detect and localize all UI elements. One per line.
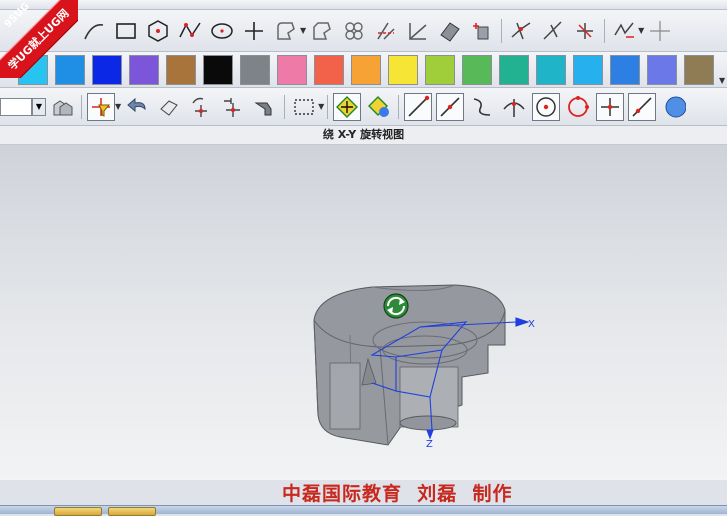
view-title: 绕 X-Y 旋转视图 [0, 126, 727, 145]
line-midpoint-icon[interactable] [436, 92, 465, 121]
zoom-select-input[interactable] [0, 97, 32, 116]
rotate-view-cursor-icon [383, 293, 409, 319]
color-swatch-4[interactable] [128, 54, 159, 85]
studio-spline-icon[interactable] [176, 17, 204, 45]
curve-point-icon[interactable] [468, 93, 496, 121]
undo-icon[interactable] [123, 93, 151, 121]
dimension-icon[interactable] [507, 17, 535, 45]
select-box-icon[interactable] [290, 93, 318, 121]
pattern-icon[interactable] [340, 17, 368, 45]
polygon-icon[interactable] [144, 17, 172, 45]
color-swatch-2[interactable] [54, 54, 85, 85]
color-swatch-3[interactable] [91, 54, 122, 85]
eraser-icon[interactable] [155, 93, 183, 121]
point-icon[interactable] [240, 17, 268, 45]
chevron-down-icon[interactable]: ▼ [32, 97, 46, 116]
color-swatch-1[interactable] [17, 54, 48, 85]
color-swatch-11[interactable] [387, 54, 418, 85]
chevron-down-icon[interactable]: ▼ [638, 26, 644, 35]
toolbar-separator [81, 94, 82, 119]
selection-toolbar: ▼ ▼ ▼ [0, 88, 727, 126]
credit-author: 刘磊 [417, 483, 458, 505]
toolbar-row-top-clipped [0, 0, 727, 10]
credit-action: 制作 [472, 483, 513, 505]
taskbar-app-button[interactable] [54, 507, 102, 516]
toolbar-separator [501, 18, 503, 43]
color-swatch-6[interactable] [202, 54, 233, 85]
chevron-down-icon[interactable]: ▼ [300, 26, 306, 35]
toolbar-separator [284, 94, 286, 119]
color-swatch-19[interactable] [683, 54, 714, 85]
arc-center-icon[interactable] [532, 92, 561, 121]
sketch-constraint-icon[interactable] [610, 17, 638, 45]
color-swatch-15[interactable] [535, 54, 566, 85]
color-swatch-17[interactable] [609, 54, 640, 85]
color-swatch-18[interactable] [646, 54, 677, 85]
color-swatch-5[interactable] [165, 54, 196, 85]
project-icon[interactable] [468, 17, 496, 45]
color-swatch-13[interactable] [461, 54, 492, 85]
view-sphere-icon[interactable] [660, 93, 688, 121]
chevron-down-icon[interactable]: ▼ [318, 102, 324, 111]
snap-icon[interactable] [571, 17, 599, 45]
auto-constraint-icon[interactable] [646, 17, 674, 45]
credit-caption: 中磊国际教育 刘磊 制作 [282, 479, 513, 506]
intersection-icon[interactable] [500, 93, 528, 121]
part-body [313, 284, 506, 446]
constraint-icon[interactable] [539, 17, 567, 45]
rectangle-icon[interactable] [112, 17, 140, 45]
credit-org: 中磊国际教育 [282, 483, 403, 505]
palette-more-chevron[interactable]: ▼ [719, 76, 725, 85]
z-axis-label: Z [426, 439, 433, 450]
extend-icon[interactable] [404, 17, 432, 45]
line-endpoint-icon[interactable] [404, 92, 433, 121]
color-swatch-12[interactable] [424, 54, 455, 85]
color-swatch-8[interactable] [276, 54, 307, 85]
toolbar-separator [604, 18, 606, 43]
graphics-viewport[interactable]: X Z [0, 145, 727, 480]
ellipse-icon[interactable] [208, 17, 236, 45]
fillet-icon[interactable] [272, 17, 300, 45]
inference-icon[interactable] [251, 93, 279, 121]
layer-settings-icon[interactable] [48, 93, 76, 121]
trim-icon[interactable] [372, 17, 400, 45]
x-axis-label: X [528, 319, 535, 330]
color-swatch-7[interactable] [239, 54, 270, 85]
select-all-icon[interactable] [333, 92, 362, 121]
taskbar-app-button[interactable] [108, 507, 156, 516]
color-swatch-14[interactable] [498, 54, 529, 85]
color-swatch-10[interactable] [350, 54, 381, 85]
chamfer-icon[interactable] [308, 17, 336, 45]
part-model: X Z [313, 284, 535, 450]
spline-icon[interactable] [80, 17, 108, 45]
color-palette-toolbar: ▼ [0, 52, 727, 88]
point-on-curve-icon[interactable] [628, 92, 657, 121]
snap-filter-icon[interactable] [87, 92, 115, 121]
chevron-down-icon[interactable]: ▼ [115, 102, 121, 111]
deselect-icon[interactable] [365, 93, 393, 121]
color-swatch-9[interactable] [313, 54, 344, 85]
move-snap-icon[interactable] [219, 93, 247, 121]
offset-curve-icon[interactable] [436, 17, 464, 45]
toolbar-separator [327, 94, 329, 119]
quadrant-icon[interactable] [564, 93, 592, 121]
rotate-snap-icon[interactable] [187, 93, 215, 121]
exist-point-icon[interactable] [596, 92, 625, 121]
sketch-toolbar: ▼ ▼ [0, 10, 727, 52]
color-swatch-16[interactable] [572, 54, 603, 85]
toolbar-separator [398, 94, 400, 119]
